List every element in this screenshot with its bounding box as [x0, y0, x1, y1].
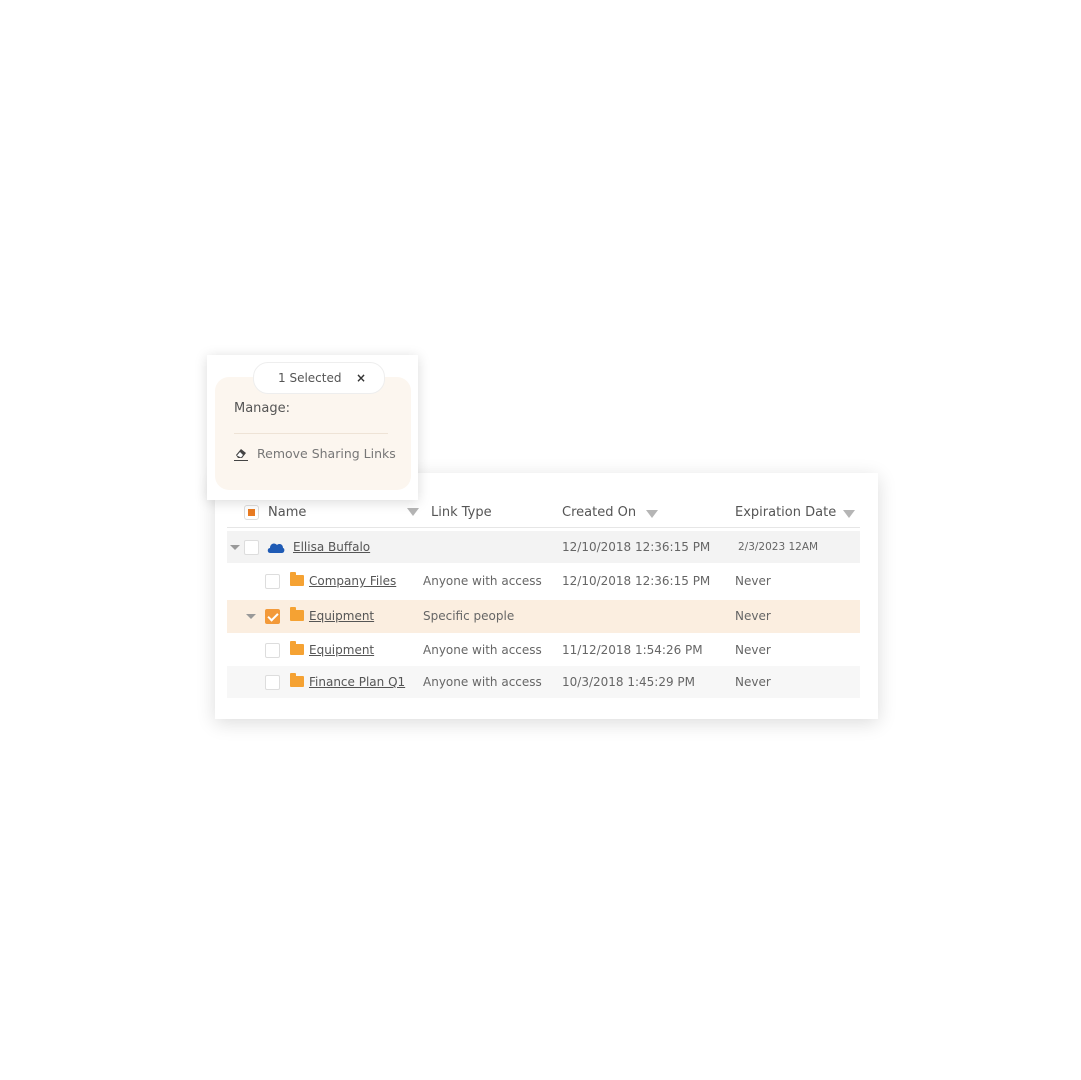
- column-header-expiration-date[interactable]: Expiration Date: [735, 503, 836, 527]
- row-checkbox[interactable]: [244, 540, 259, 555]
- remove-sharing-links-button[interactable]: Remove Sharing Links: [234, 443, 404, 465]
- table-row[interactable]: Equipment Anyone with access 11/12/2018 …: [227, 634, 860, 666]
- item-name-link[interactable]: Company Files: [309, 574, 396, 588]
- folder-icon: [290, 673, 304, 687]
- row-checkbox[interactable]: [265, 643, 280, 658]
- row-checkbox-checked[interactable]: [265, 609, 280, 624]
- column-header-created-on[interactable]: Created On: [562, 503, 636, 527]
- expiration-date: Never: [735, 609, 771, 623]
- created-on: 11/12/2018 1:54:26 PM: [562, 643, 703, 657]
- item-name-link[interactable]: Ellisa Buffalo: [293, 540, 370, 554]
- folder-icon: [290, 607, 304, 621]
- remove-sharing-links-label: Remove Sharing Links: [257, 446, 396, 461]
- filter-icon[interactable]: [646, 510, 658, 518]
- column-header-link-type[interactable]: Link Type: [431, 503, 492, 527]
- table-row[interactable]: Company Files Anyone with access 12/10/2…: [227, 565, 860, 597]
- indeterminate-mark: [248, 509, 255, 516]
- eraser-icon: [234, 449, 248, 461]
- select-all-checkbox[interactable]: [244, 505, 259, 520]
- selected-count-pill: 1 Selected ×: [253, 362, 385, 394]
- row-checkbox[interactable]: [265, 675, 280, 690]
- table-row-selected[interactable]: Equipment Specific people Never: [227, 600, 860, 633]
- onedrive-cloud-icon: [267, 543, 285, 553]
- link-type: Anyone with access: [423, 675, 542, 689]
- collapse-caret-icon[interactable]: [230, 545, 240, 550]
- manage-label: Manage:: [234, 401, 291, 416]
- expiration-date: Never: [735, 675, 771, 689]
- table-row[interactable]: Finance Plan Q1 Anyone with access 10/3/…: [227, 666, 860, 698]
- filter-icon[interactable]: [407, 508, 419, 516]
- divider: [234, 433, 388, 434]
- collapse-caret-icon[interactable]: [246, 614, 256, 619]
- created-on: 12/10/2018 12:36:15 PM: [562, 540, 711, 554]
- header-divider: [227, 527, 860, 528]
- selected-count: 1 Selected: [278, 371, 342, 385]
- folder-icon: [290, 641, 304, 655]
- column-header-name[interactable]: Name: [268, 503, 306, 527]
- close-icon[interactable]: ×: [356, 363, 366, 393]
- link-type: Anyone with access: [423, 574, 542, 588]
- item-name-link[interactable]: Equipment: [309, 609, 374, 623]
- expiration-date: Never: [735, 643, 771, 657]
- expiration-date: Never: [735, 574, 771, 588]
- selection-actions-popup: Manage: Remove Sharing Links 1 Selected …: [207, 355, 418, 500]
- item-name-link[interactable]: Finance Plan Q1: [309, 675, 405, 689]
- filter-icon[interactable]: [843, 510, 855, 518]
- row-checkbox[interactable]: [265, 574, 280, 589]
- link-type: Specific people: [423, 609, 515, 623]
- expiration-date: 2/3/2023 12AM: [738, 541, 819, 553]
- created-on: 12/10/2018 12:36:15 PM: [562, 574, 711, 588]
- folder-icon: [290, 572, 304, 586]
- item-name-link[interactable]: Equipment: [309, 643, 374, 657]
- created-on: 10/3/2018 1:45:29 PM: [562, 675, 696, 689]
- table-row[interactable]: Ellisa Buffalo 12/10/2018 12:36:15 PM 2/…: [227, 531, 860, 563]
- link-type: Anyone with access: [423, 643, 542, 657]
